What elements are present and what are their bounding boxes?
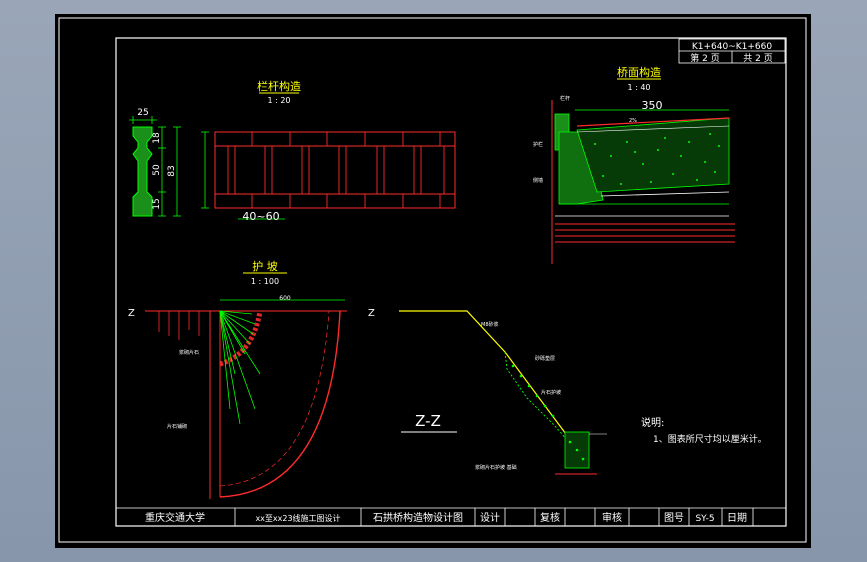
title-approve: 审核: [602, 511, 622, 524]
title-university: 重庆交通大学: [145, 511, 205, 524]
zz-section: [399, 310, 607, 475]
railing-elevation: [214, 131, 456, 209]
deck-label-d: 侧墙: [533, 177, 543, 184]
dim-width: 25: [137, 108, 148, 118]
stake-range: K1+640~K1+660: [692, 42, 773, 52]
slope-label-b: 片石铺砌: [167, 423, 187, 430]
title-project: xx至xx23线施工图设计: [255, 513, 340, 523]
dim-post-spacing: 40~60: [242, 210, 279, 223]
dim-bottom: 15: [152, 198, 162, 209]
slope-title: 护 坡: [252, 259, 278, 273]
outer-frame: [58, 17, 807, 543]
zz-label-a: M8砂浆: [481, 321, 499, 328]
deck-title: 桥面构造: [617, 65, 661, 79]
title-design: 设计: [480, 511, 500, 524]
notes-title: 说明:: [641, 416, 664, 429]
title-drawing-no: SY-5: [695, 514, 714, 524]
cad-viewport: K1+640~K1+660 第 2 页 共 2 页 栏杆构造 1 : 20 25…: [0, 0, 867, 562]
drawing-canvas: K1+640~K1+660 第 2 页 共 2 页 栏杆构造 1 : 20 25…: [58, 17, 807, 543]
railing-title: 栏杆构造: [257, 79, 301, 93]
zz-label-c: 片石护坡: [541, 389, 561, 396]
zz-label-b: 砂砾垫层: [535, 355, 555, 362]
sheet-total: 共 2 页: [743, 53, 772, 64]
railing-scale: 1 : 20: [267, 96, 290, 105]
sheet-page: 第 2 页: [690, 52, 719, 64]
deck-scale: 1 : 40: [627, 83, 650, 92]
slope-dim: 600: [279, 295, 291, 302]
slope-scale: 1 : 100: [251, 277, 279, 286]
deck-label-top: 栏杆: [560, 95, 570, 102]
section-mark-right: Z: [368, 308, 375, 319]
dim-mid: 50: [152, 164, 162, 176]
section-mark-left: Z: [128, 308, 135, 319]
title-review: 复核: [540, 511, 560, 524]
revetment-plan: [145, 310, 347, 499]
title-drawing: 石拱桥构造物设计图: [373, 511, 463, 524]
deck-section: [551, 100, 735, 264]
drawing-sheet: K1+640~K1+660 第 2 页 共 2 页 栏杆构造 1 : 20 25…: [55, 14, 811, 548]
deck-width: 350: [642, 99, 663, 112]
dim-top: 18: [152, 132, 162, 144]
slope-label-a: 浆砌片石: [179, 349, 199, 356]
inner-frame: [115, 37, 787, 527]
deck-label-c: 护栏: [533, 141, 543, 148]
notes-line-1: 1、图表所尺寸均以厘米计。: [653, 433, 767, 445]
zz-title: Z-Z: [415, 412, 441, 430]
title-drawing-no-label: 图号: [664, 512, 684, 524]
zz-label-d: 浆砌片石护坡 基础: [475, 464, 517, 471]
dim-total: 83: [167, 165, 177, 176]
title-date-label: 日期: [727, 512, 747, 524]
